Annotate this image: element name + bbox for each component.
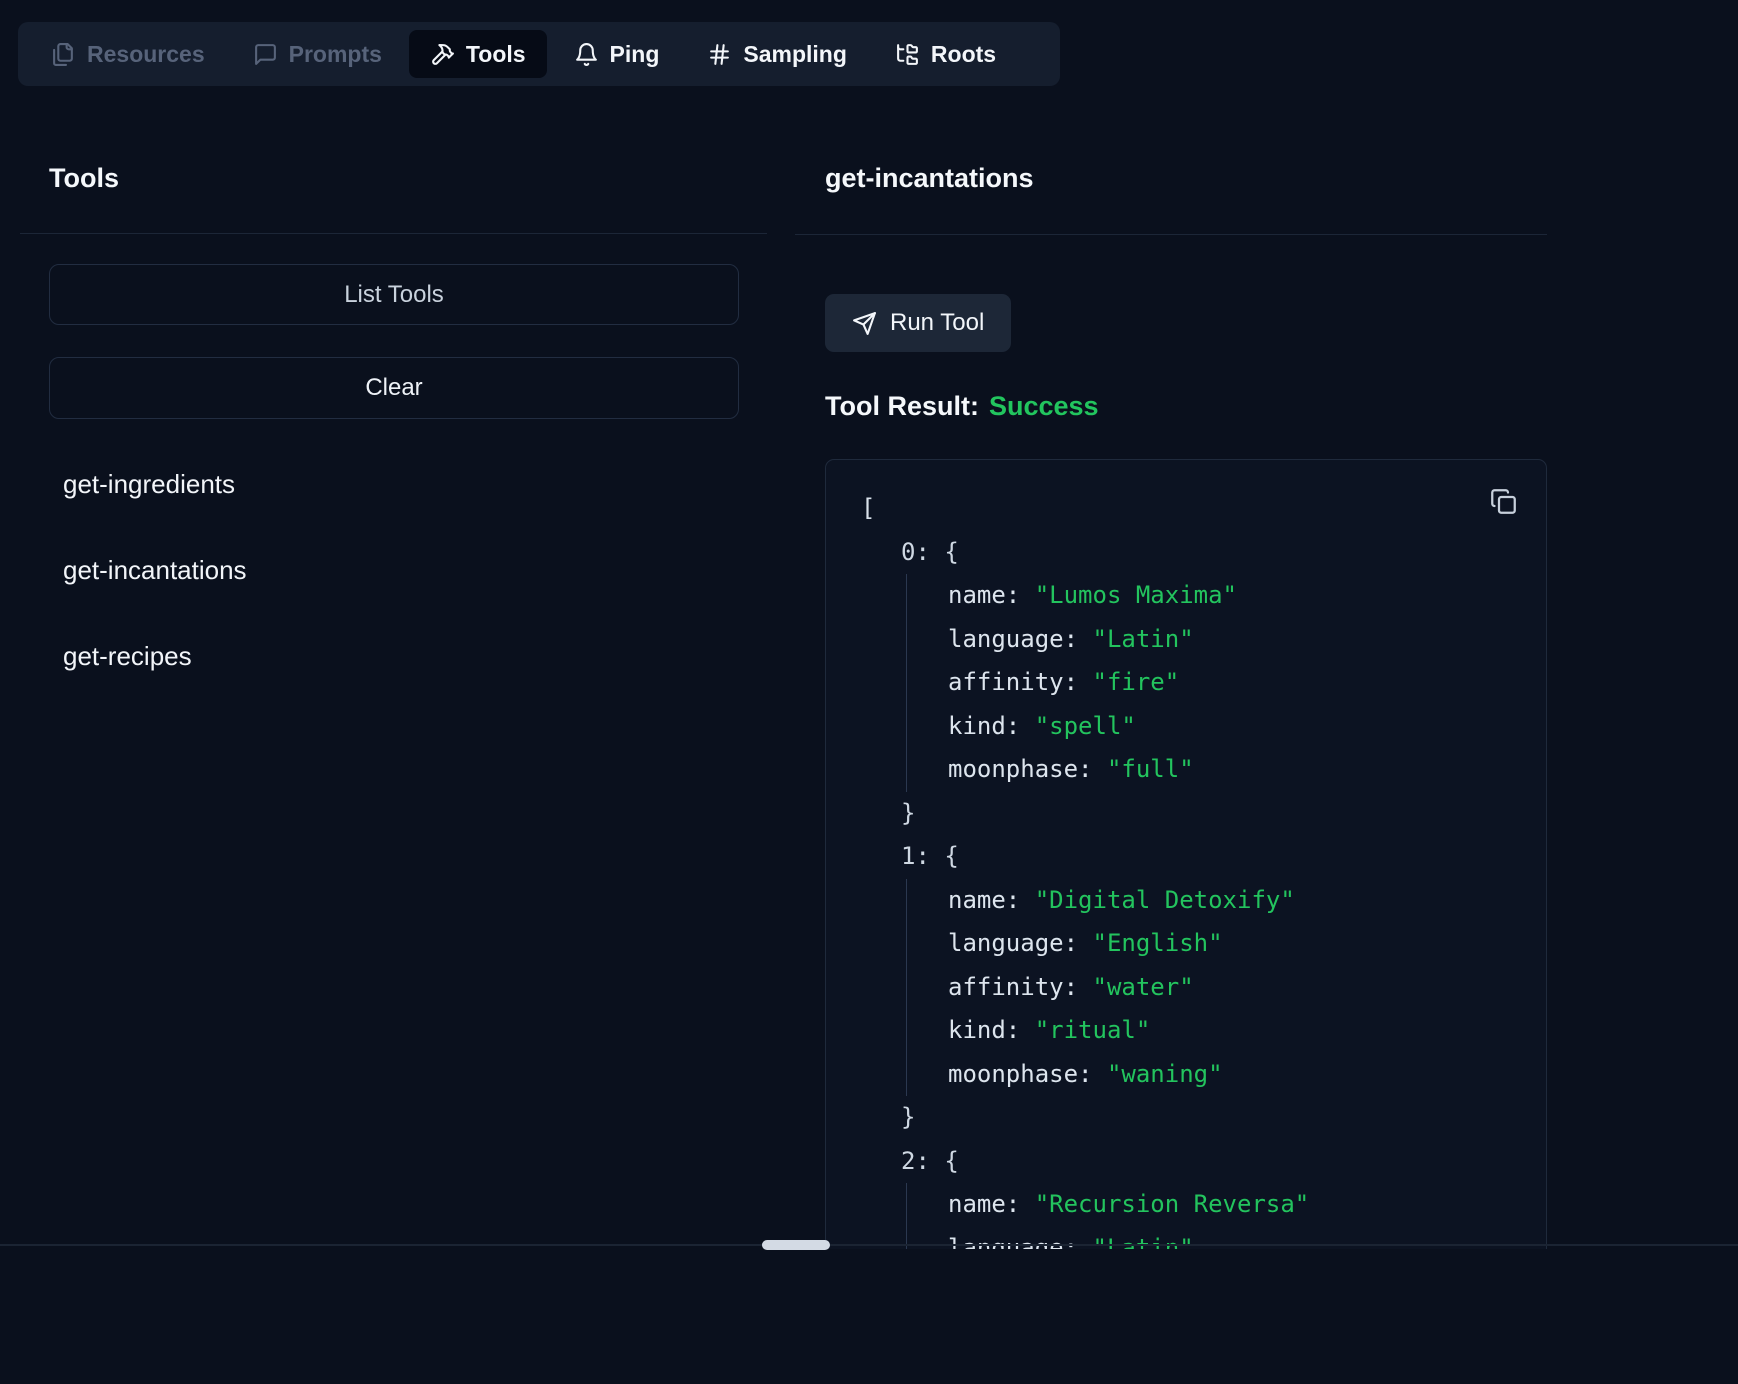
tool-result-json-panel: [ 0: {name: "Lumos Maxima"language: "Lat… <box>825 459 1547 1249</box>
tab-roots[interactable]: Roots <box>874 30 1017 78</box>
json-field: moonphase: "full" <box>948 748 1516 792</box>
tool-result-status: Success <box>989 391 1099 421</box>
json-field: name: "Digital Detoxify" <box>948 879 1516 923</box>
right-panel-divider <box>795 234 1547 235</box>
tools-list: get-ingredients get-incantations get-recip… <box>63 464 247 676</box>
json-entry-close: } <box>861 1096 1516 1140</box>
roots-icon <box>895 42 920 67</box>
json-field: affinity: "fire" <box>948 661 1516 705</box>
json-viewer: [ 0: {name: "Lumos Maxima"language: "Lat… <box>861 487 1516 1249</box>
tools-icon <box>430 42 455 67</box>
tool-list-item[interactable]: get-incantations <box>63 550 247 590</box>
tab-sampling[interactable]: Sampling <box>686 30 868 78</box>
json-field: kind: "spell" <box>948 705 1516 749</box>
run-tool-label: Run Tool <box>890 309 984 337</box>
clear-button[interactable]: Clear <box>49 357 739 419</box>
tab-resources[interactable]: Resources <box>30 30 226 78</box>
json-field: name: "Lumos Maxima" <box>948 574 1516 618</box>
json-entry-open: 2: { <box>861 1140 1516 1184</box>
run-tool-button[interactable]: Run Tool <box>825 294 1011 352</box>
json-entry-fields: name: "Lumos Maxima"language: "Latin"aff… <box>906 574 1516 792</box>
horizontal-scrollbar[interactable] <box>0 1240 1738 1250</box>
json-entry-open: 1: { <box>861 835 1516 879</box>
selected-tool-title: get-incantations <box>825 163 1034 194</box>
ping-icon <box>574 42 599 67</box>
json-entry-close: } <box>861 792 1516 836</box>
tab-label: Sampling <box>743 41 847 68</box>
resources-icon <box>51 42 76 67</box>
json-tree-entries: 0: {name: "Lumos Maxima"language: "Latin… <box>861 531 1516 1250</box>
json-entry: 0: {name: "Lumos Maxima"language: "Latin… <box>861 531 1516 836</box>
sampling-icon <box>707 42 732 67</box>
app-viewport: Resources Prompts Tools Ping Sampling <box>0 0 1738 1249</box>
tab-label: Tools <box>466 41 526 68</box>
json-field: name: "Recursion Reversa" <box>948 1183 1516 1227</box>
tool-list-item[interactable]: get-ingredients <box>63 464 247 504</box>
prompts-icon <box>253 42 278 67</box>
copy-icon <box>1486 488 1520 515</box>
copy-button[interactable] <box>1486 484 1520 518</box>
left-panel-divider <box>20 233 767 234</box>
json-open-bracket: [ <box>861 487 1516 531</box>
json-field: language: "English" <box>948 922 1516 966</box>
tab-ping[interactable]: Ping <box>553 30 681 78</box>
horizontal-scrollbar-thumb[interactable] <box>762 1240 830 1250</box>
tab-label: Prompts <box>289 41 382 68</box>
send-icon <box>852 311 877 336</box>
json-entry-fields: name: "Digital Detoxify"language: "Engli… <box>906 879 1516 1097</box>
tool-result-label: Tool Result: <box>825 391 979 421</box>
top-navigation: Resources Prompts Tools Ping Sampling <box>18 22 1060 86</box>
tab-prompts[interactable]: Prompts <box>232 30 403 78</box>
tab-tools[interactable]: Tools <box>409 30 547 78</box>
tab-label: Ping <box>610 41 660 68</box>
tab-label: Resources <box>87 41 205 68</box>
json-field: kind: "ritual" <box>948 1009 1516 1053</box>
tool-result-line: Tool Result: Success <box>825 391 1099 422</box>
json-field: moonphase: "waning" <box>948 1053 1516 1097</box>
list-tools-button[interactable]: List Tools <box>49 264 739 325</box>
tools-panel-title: Tools <box>49 163 119 194</box>
json-entry: 2: {name: "Recursion Reversa"language: "… <box>861 1140 1516 1250</box>
json-entry: 1: {name: "Digital Detoxify"language: "E… <box>861 835 1516 1140</box>
json-entry-open: 0: { <box>861 531 1516 575</box>
json-field: affinity: "water" <box>948 966 1516 1010</box>
json-field: language: "Latin" <box>948 618 1516 662</box>
tool-list-item[interactable]: get-recipes <box>63 636 247 676</box>
tab-label: Roots <box>931 41 996 68</box>
